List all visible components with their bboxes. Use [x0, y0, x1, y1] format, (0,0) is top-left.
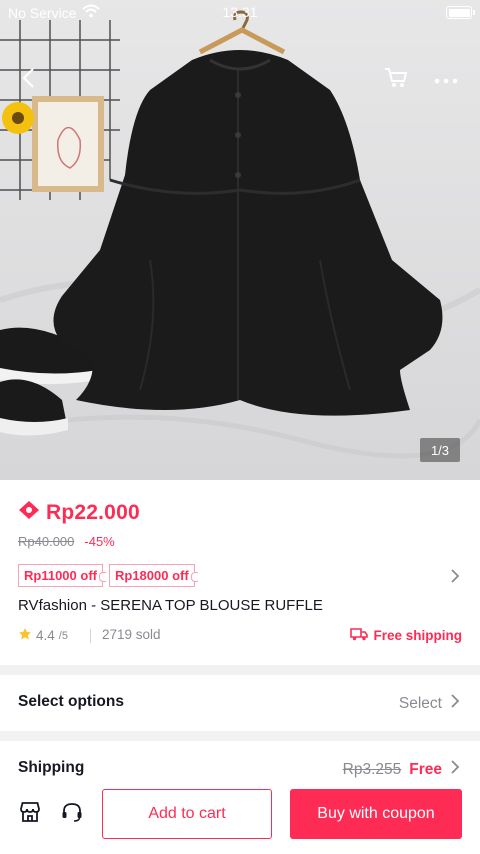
- current-price: Rp22.000: [46, 500, 140, 524]
- store-button[interactable]: [16, 800, 44, 828]
- coupon-list[interactable]: Rp11000 off Rp18000 off: [18, 564, 198, 587]
- rating[interactable]: 4.4/5: [18, 627, 68, 644]
- shipping-label: Shipping: [18, 759, 85, 776]
- discount-badge: -45%: [84, 534, 115, 549]
- select-options-row[interactable]: Select options Select: [0, 675, 480, 731]
- chevron-right-icon: [450, 693, 460, 714]
- coupon-tag-icon: [18, 500, 40, 525]
- product-title: RVfashion - SERENA TOP BLOUSE RUFFLE: [18, 597, 323, 614]
- sold-count: 2719 sold: [102, 627, 161, 642]
- section-divider: [0, 665, 480, 675]
- coupon-2[interactable]: Rp18000 off: [108, 564, 198, 587]
- customer-service-button[interactable]: [58, 800, 86, 828]
- product-image-gallery[interactable]: No Service 13.31 1/3: [0, 0, 480, 480]
- rating-denominator: /5: [58, 629, 68, 642]
- shipping-value-group: Rp3.255 Free: [343, 759, 460, 780]
- free-shipping-label: Free shipping: [373, 628, 462, 643]
- chevron-right-icon: [450, 759, 460, 780]
- store-icon: [18, 800, 42, 829]
- cart-button[interactable]: [378, 62, 414, 98]
- headset-icon: [60, 800, 84, 829]
- section-divider: [0, 731, 480, 741]
- star-icon: [18, 627, 32, 644]
- select-options-label: Select options: [18, 693, 124, 710]
- select-options-value-group: Select: [399, 693, 460, 714]
- original-price: Rp40.000: [18, 534, 75, 549]
- back-button[interactable]: [10, 62, 46, 98]
- back-icon: [21, 67, 35, 94]
- meta-divider: [90, 629, 91, 643]
- coupon-1[interactable]: Rp11000 off: [18, 564, 106, 587]
- price-row: Rp22.000: [18, 500, 140, 525]
- bottom-action-bar: Add to cart Buy with coupon: [0, 778, 480, 854]
- shipping-original-fee: Rp3.255: [342, 760, 402, 778]
- status-bar: No Service 13.31: [0, 0, 480, 26]
- chevron-right-icon[interactable]: [450, 568, 460, 589]
- rating-value: 4.4: [36, 628, 55, 643]
- status-time: 13.31: [222, 4, 258, 20]
- buy-with-coupon-button[interactable]: Buy with coupon: [290, 789, 462, 839]
- battery-icon: [446, 6, 475, 19]
- image-counter: 1/3: [420, 438, 460, 462]
- add-to-cart-button[interactable]: Add to cart: [102, 789, 272, 839]
- cart-icon: [384, 67, 408, 94]
- select-options-value: Select: [398, 694, 442, 712]
- truck-icon: [350, 627, 369, 644]
- product-meta: 4.4/5 2719 sold Free shipping: [18, 627, 462, 647]
- free-shipping-badge: Free shipping: [350, 627, 462, 644]
- original-price-row: Rp40.000 -45%: [18, 534, 115, 549]
- shipping-fee: Free: [409, 760, 442, 778]
- more-icon: [434, 71, 458, 89]
- more-button[interactable]: [428, 62, 464, 98]
